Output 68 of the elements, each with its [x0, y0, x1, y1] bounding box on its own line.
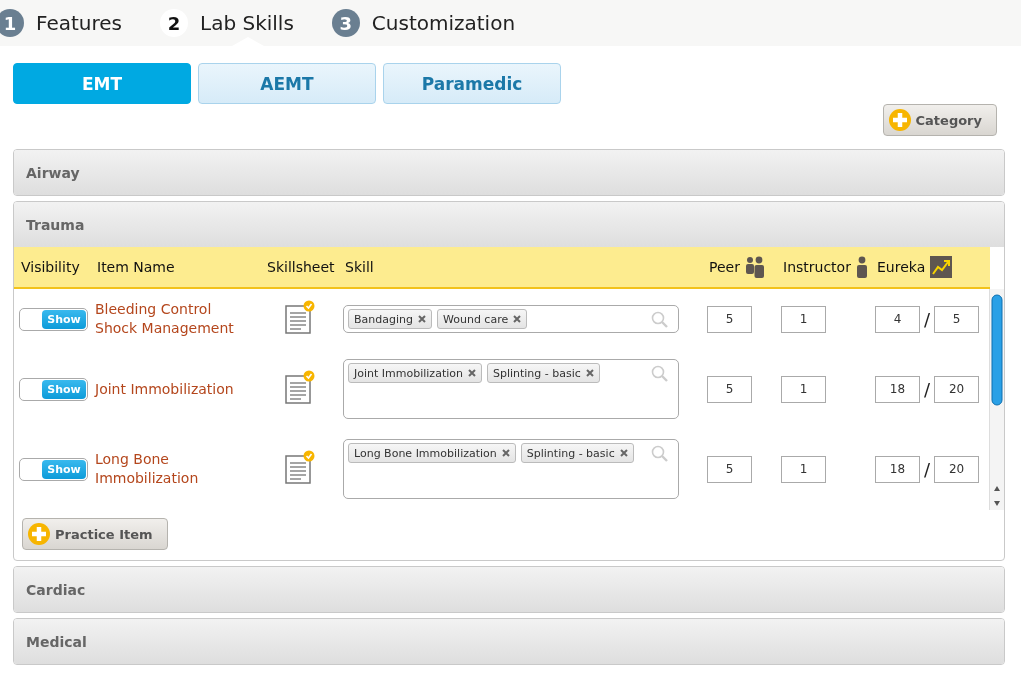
- instructor-field[interactable]: 1: [781, 305, 826, 333]
- section-header[interactable]: Trauma: [14, 202, 1004, 247]
- search-icon: [651, 311, 669, 329]
- remove-icon[interactable]: [619, 449, 628, 457]
- scroll-arrows-icon[interactable]: [993, 485, 1001, 507]
- step-label[interactable]: Customization: [371, 11, 516, 35]
- level-tab[interactable]: AEMT: [198, 63, 376, 104]
- column-heading: Visibility: [21, 259, 80, 275]
- add-practice-item-button[interactable]: Practice Item: [22, 518, 168, 550]
- item-name[interactable]: Long Bone Immobilization: [95, 450, 255, 488]
- separator: /: [924, 378, 931, 400]
- eureka-score-field[interactable]: 18: [875, 375, 920, 403]
- skill-field[interactable]: Joint Immobilization Splinting - basic: [343, 359, 679, 419]
- skill-tag: Joint Immobilization: [348, 363, 482, 383]
- item-name[interactable]: Bleeding Control Shock Management: [95, 300, 255, 338]
- document-check-icon[interactable]: [285, 450, 315, 484]
- section-header[interactable]: Cardiac: [14, 567, 1004, 612]
- remove-icon[interactable]: [513, 315, 522, 323]
- step-number: 3: [331, 9, 360, 37]
- step-label[interactable]: Lab Skills: [200, 11, 294, 35]
- instructor-field[interactable]: 1: [781, 375, 826, 403]
- skill-field[interactable]: Long Bone Immobilization Splinting - basic: [343, 439, 679, 499]
- person-icon: [855, 256, 868, 278]
- search-icon: [651, 365, 669, 383]
- skill-tag: Long Bone Immobilization: [348, 443, 516, 463]
- scrollbar[interactable]: [989, 289, 1004, 510]
- remove-icon[interactable]: [585, 369, 594, 377]
- peer-field[interactable]: 5: [707, 455, 752, 483]
- skill-tag: Splinting - basic: [520, 443, 634, 463]
- item-name[interactable]: Joint Immobilization: [95, 379, 255, 399]
- column-heading: Instructor: [783, 259, 851, 275]
- section-header[interactable]: Airway: [14, 150, 1004, 195]
- skill-field[interactable]: Bandaging Wound care: [343, 305, 679, 333]
- separator: /: [924, 458, 931, 480]
- instructor-field[interactable]: 1: [781, 455, 826, 483]
- add-category-button[interactable]: Category: [882, 104, 997, 136]
- people-icon: [744, 256, 765, 278]
- eureka-total-field[interactable]: 5: [934, 305, 980, 333]
- scrollbar-thumb[interactable]: [991, 294, 1003, 406]
- section-header[interactable]: Medical: [14, 619, 1004, 664]
- remove-icon[interactable]: [501, 449, 510, 457]
- skill-tag: Bandaging: [348, 309, 432, 329]
- document-check-icon[interactable]: [285, 370, 315, 404]
- remove-icon[interactable]: [467, 369, 476, 377]
- eureka-total-field[interactable]: 20: [934, 455, 980, 483]
- column-heading: Skillsheet: [267, 259, 335, 275]
- peer-field[interactable]: 5: [707, 375, 752, 403]
- skill-tag: Splinting - basic: [486, 363, 600, 383]
- separator: /: [924, 308, 931, 330]
- eureka-score-field[interactable]: 18: [875, 455, 920, 483]
- level-tab[interactable]: Paramedic: [383, 63, 561, 104]
- eureka-total-field[interactable]: 20: [934, 375, 980, 403]
- step-number: 1: [0, 9, 24, 37]
- plus-icon: [27, 522, 51, 546]
- step-number: 2: [160, 9, 188, 37]
- column-heading: Peer: [709, 259, 740, 275]
- trend-chart-icon: [930, 256, 953, 278]
- column-heading: Item Name: [97, 259, 175, 275]
- search-icon: [651, 445, 669, 463]
- column-heading: Eureka: [877, 259, 926, 275]
- remove-icon[interactable]: [418, 315, 426, 323]
- eureka-score-field[interactable]: 4: [875, 305, 920, 333]
- column-heading: Skill: [345, 259, 374, 275]
- plus-icon: [887, 108, 912, 132]
- step-label[interactable]: Features: [36, 11, 122, 35]
- document-check-icon[interactable]: [285, 300, 315, 334]
- skill-tag: Wound care: [437, 309, 528, 329]
- peer-field[interactable]: 5: [707, 305, 752, 333]
